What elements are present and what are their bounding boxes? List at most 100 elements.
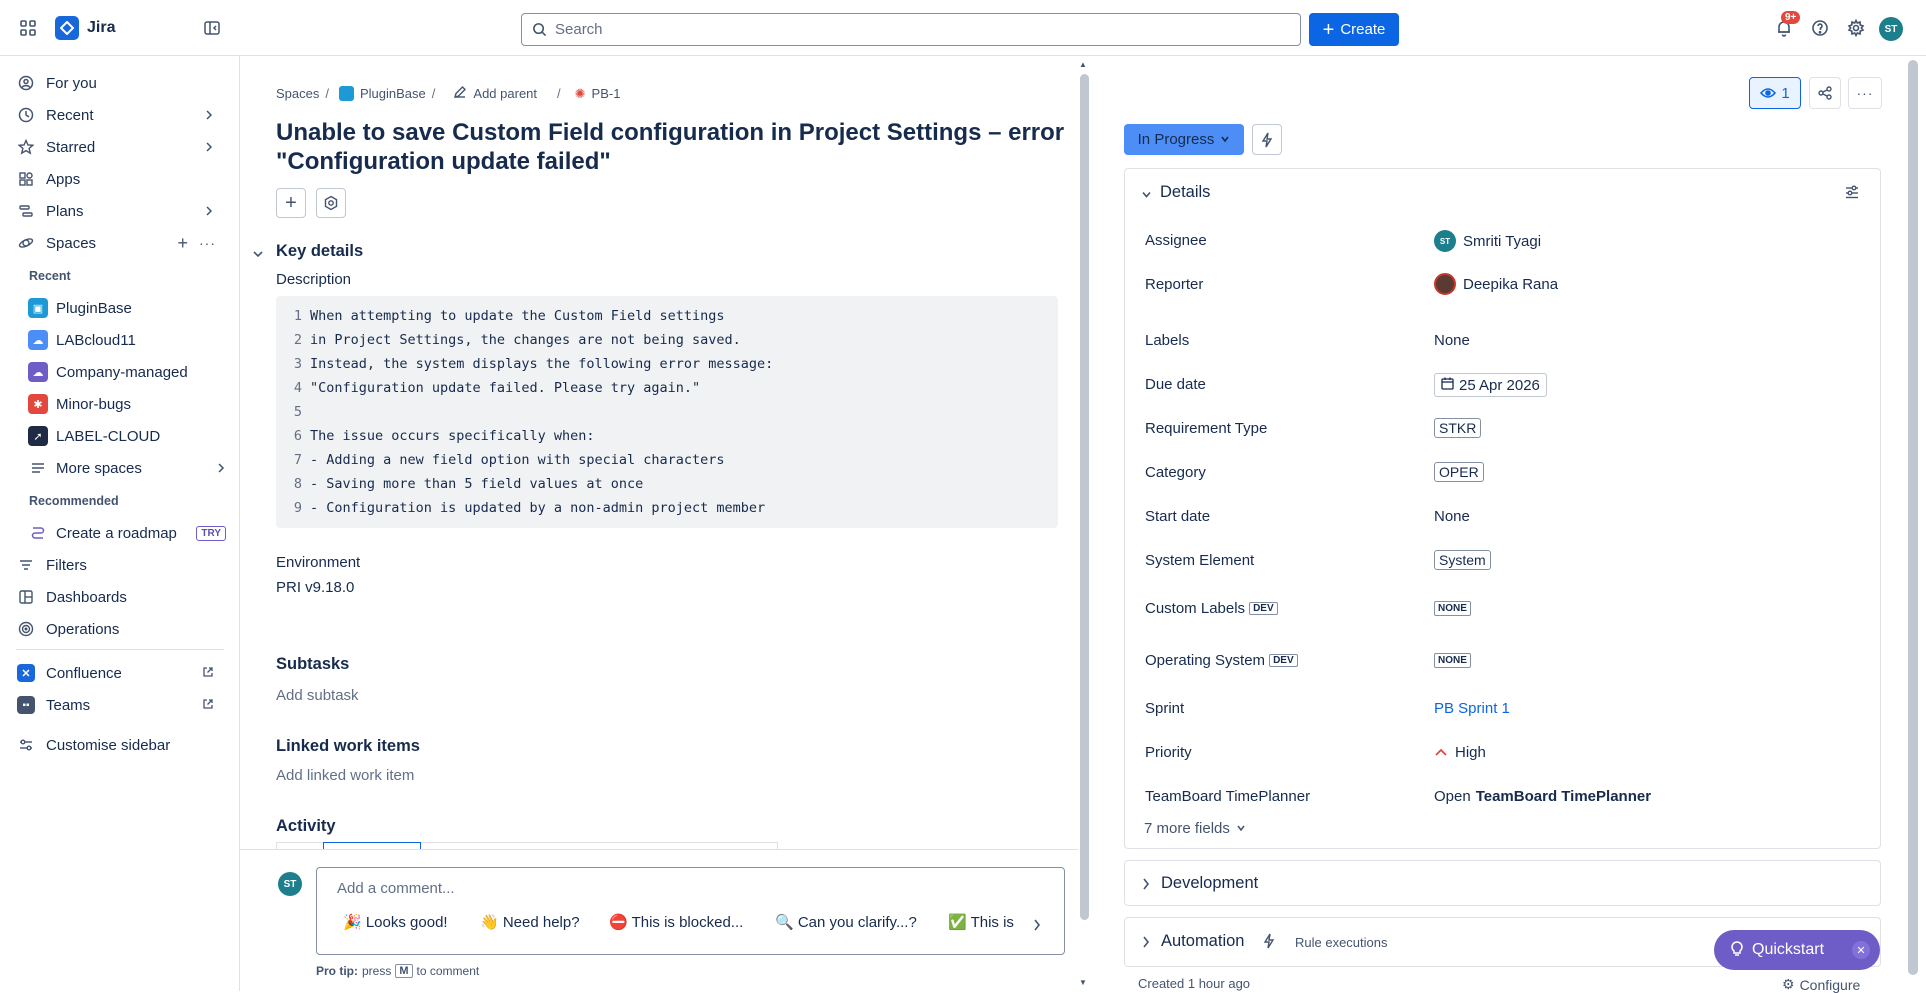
more-actions-icon[interactable]: ··· xyxy=(1848,77,1882,109)
chevron-right-icon[interactable] xyxy=(1032,918,1042,935)
search-input[interactable]: Search xyxy=(521,13,1301,46)
space-item-minor-bugs[interactable]: ✱ Minor-bugs xyxy=(28,389,131,419)
watch-button[interactable]: 1 xyxy=(1749,77,1801,109)
description-label: Description xyxy=(276,271,352,288)
more-options-icon[interactable]: ··· xyxy=(199,235,216,251)
labels-value[interactable]: None xyxy=(1434,332,1470,349)
watch-count: 1 xyxy=(1781,84,1790,102)
create-roadmap-item[interactable]: Create a roadmap TRY xyxy=(28,518,226,548)
add-button[interactable]: + xyxy=(276,188,306,218)
sidebar-item-dashboards[interactable]: Dashboards xyxy=(16,582,224,612)
plans-icon xyxy=(16,203,36,219)
quick-reply-need-help[interactable]: 👋 Need help? xyxy=(480,913,580,931)
breadcrumb-spaces[interactable]: Spaces xyxy=(276,86,319,101)
add-parent-link[interactable]: Add parent xyxy=(473,86,537,101)
quick-reply-this-is[interactable]: ✅ This is c xyxy=(948,913,1018,931)
start-date-value[interactable]: None xyxy=(1434,508,1470,525)
subtasks-heading: Subtasks xyxy=(276,655,350,673)
space-item-pluginbase[interactable]: ▣ PluginBase xyxy=(28,293,132,323)
user-avatar[interactable]: ST xyxy=(1879,17,1903,41)
apps-gear-button[interactable] xyxy=(316,188,346,218)
right-panel-scrollbar[interactable] xyxy=(1908,60,1918,975)
add-linked-work-item-link[interactable]: Add linked work item xyxy=(276,767,414,784)
add-space-plus-icon[interactable]: + xyxy=(177,233,188,254)
sidebar-item-teams[interactable]: ▪▪ Teams xyxy=(16,690,224,720)
add-subtask-link[interactable]: Add subtask xyxy=(276,687,359,704)
sidebar-item-confluence[interactable]: ✕ Confluence xyxy=(16,658,224,688)
help-icon[interactable] xyxy=(1806,14,1834,42)
recommended-heading: Recommended xyxy=(29,494,119,508)
space-item-labcloud11[interactable]: ☁ LABcloud11 xyxy=(28,325,136,355)
breadcrumb-project[interactable]: PluginBase xyxy=(360,86,426,101)
reporter-value[interactable]: Deepika Rana xyxy=(1434,273,1558,295)
code-line: 5 xyxy=(293,404,302,420)
collapse-sidebar-icon[interactable] xyxy=(198,14,226,42)
quick-reply-clarify[interactable]: 🔍 Can you clarify...? xyxy=(775,913,917,931)
code-line: 9- Configuration is updated by a non-adm… xyxy=(276,496,765,520)
quickstart-button[interactable]: Quickstart ✕ xyxy=(1714,930,1880,970)
sidebar-item-for-you[interactable]: For you xyxy=(16,68,224,98)
clock-icon xyxy=(16,107,36,123)
due-date-value[interactable]: 25 Apr 2026 xyxy=(1434,373,1547,397)
scroll-up-arrow-icon[interactable]: ▲ xyxy=(1079,60,1087,69)
create-button[interactable]: + Create xyxy=(1309,13,1399,46)
environment-value[interactable]: PRI v9.18.0 xyxy=(276,579,354,596)
category-value[interactable]: OPER xyxy=(1434,462,1484,482)
scroll-down-arrow-icon[interactable]: ▼ xyxy=(1079,978,1087,987)
main-scrollbar[interactable] xyxy=(1080,74,1089,920)
custom-labels-tag: NONE xyxy=(1434,601,1471,616)
comment-box[interactable]: Add a comment... xyxy=(316,867,1065,955)
key-details-heading[interactable]: Key details xyxy=(276,242,363,261)
more-fields-toggle[interactable]: 7 more fields xyxy=(1144,820,1246,837)
operating-system-value[interactable]: NONE xyxy=(1434,653,1471,668)
sidebar-item-spaces[interactable]: Spaces + ··· xyxy=(16,228,224,258)
close-icon[interactable]: ✕ xyxy=(1852,941,1870,959)
app-switcher-icon[interactable] xyxy=(14,14,42,42)
development-panel[interactable]: Development xyxy=(1124,860,1881,906)
settings-gear-icon[interactable] xyxy=(1842,14,1870,42)
sidebar-label: Starred xyxy=(46,138,96,156)
sidebar-item-filters[interactable]: Filters xyxy=(16,550,224,580)
sidebar-label: Operations xyxy=(46,620,120,638)
rule-executions-link[interactable]: Rule executions xyxy=(1295,935,1388,950)
sidebar-item-recent[interactable]: Recent xyxy=(16,100,224,130)
requirement-type-value[interactable]: STKR xyxy=(1434,418,1482,438)
space-item-company-managed[interactable]: ☁ Company-managed xyxy=(28,357,188,387)
create-roadmap-label: Create a roadmap xyxy=(56,524,177,542)
system-element-value[interactable]: System xyxy=(1434,550,1491,570)
lightning-automation-button[interactable] xyxy=(1252,124,1282,155)
sidebar-item-operations[interactable]: Operations xyxy=(16,614,224,644)
development-heading: Development xyxy=(1161,874,1259,892)
sidebar-item-customise[interactable]: Customise sidebar xyxy=(16,730,224,760)
share-button[interactable] xyxy=(1809,77,1841,109)
configure-fields-icon[interactable] xyxy=(1844,184,1860,204)
code-text: - Adding a new field option with special… xyxy=(310,452,725,468)
chevron-down-icon[interactable] xyxy=(252,247,264,264)
sidebar-item-apps[interactable]: Apps xyxy=(16,164,224,194)
due-date-text: 25 Apr 2026 xyxy=(1459,376,1540,394)
status-dropdown[interactable]: In Progress xyxy=(1124,124,1244,155)
chevron-down-icon[interactable] xyxy=(1141,187,1152,204)
priority-value[interactable]: High xyxy=(1434,744,1486,761)
issue-key-link[interactable]: PB-1 xyxy=(592,86,621,101)
chevron-right-icon xyxy=(204,107,214,124)
more-fields-label: 7 more fields xyxy=(1144,820,1230,837)
details-heading[interactable]: Details xyxy=(1160,183,1210,202)
sprint-link[interactable]: PB Sprint 1 xyxy=(1434,700,1510,717)
sidebar-item-plans[interactable]: Plans xyxy=(16,196,224,226)
assignee-value[interactable]: ST Smriti Tyagi xyxy=(1434,230,1541,252)
configure-button[interactable]: ⚙ Configure xyxy=(1782,976,1860,993)
bug-icon: ✺ xyxy=(574,85,586,101)
quick-reply-looks-good[interactable]: 🎉 Looks good! xyxy=(343,913,448,931)
quick-reply-blocked[interactable]: ⛔ This is blocked... xyxy=(609,913,743,931)
custom-labels-value[interactable]: NONE xyxy=(1434,601,1471,616)
issue-title[interactable]: Unable to save Custom Field configuratio… xyxy=(276,118,1066,176)
lightning-icon xyxy=(1263,933,1275,953)
teamboard-value[interactable]: Open TeamBoard TimePlanner xyxy=(1434,788,1651,805)
space-item-label-cloud[interactable]: ➚ LABEL-CLOUD xyxy=(28,421,160,451)
more-spaces[interactable]: More spaces xyxy=(28,453,225,483)
description-code-block[interactable]: 1 When attempting to update the Custom Fi… xyxy=(276,296,1058,528)
jira-logo[interactable]: Jira xyxy=(55,16,115,40)
sidebar-item-starred[interactable]: Starred xyxy=(16,132,224,162)
app-name: Jira xyxy=(87,19,116,36)
